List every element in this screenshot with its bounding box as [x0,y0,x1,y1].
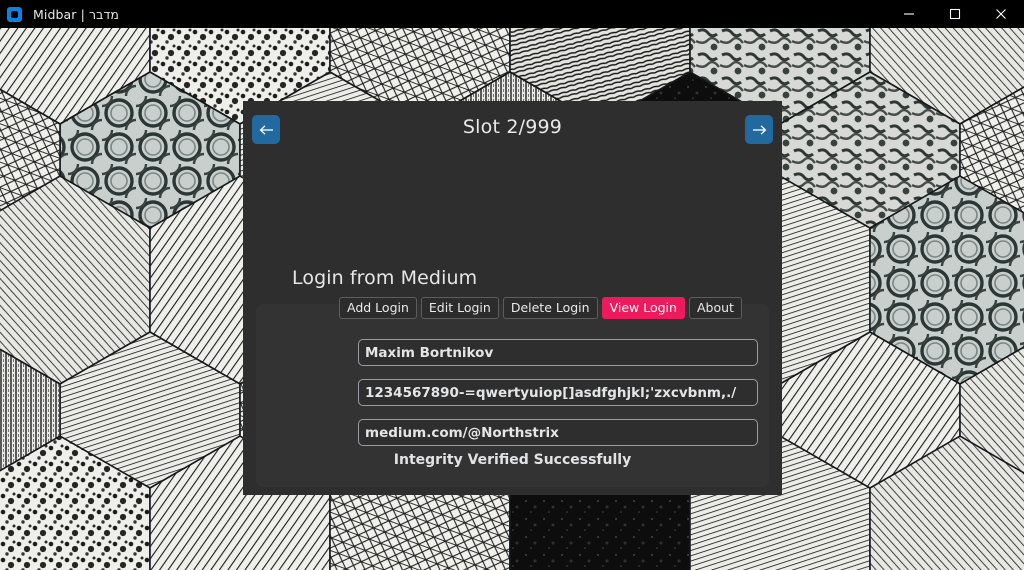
close-icon[interactable] [978,0,1024,28]
action-toolbar: Add Login Edit Login Delete Login View L… [339,297,742,319]
edit-login-button[interactable]: Edit Login [420,297,499,319]
app-window: Midbar | מדבר Slot 2/999 Login from Medi… [0,0,1024,570]
password-input[interactable] [358,379,758,406]
username-row: Username [243,339,782,374]
integrity-status-text: Integrity Verified Successfully [393,452,632,468]
about-button[interactable]: About [688,297,742,319]
slot-title: Slot 2/999 [462,116,563,138]
add-login-button[interactable]: Add Login [339,297,417,319]
next-slot-button[interactable] [745,115,773,144]
username-input[interactable] [358,339,758,366]
window-title: Midbar | מדבר [33,6,119,22]
credential-form: Username Password Website [243,339,782,459]
entry-title: Login from Medium [292,267,478,289]
maximize-icon[interactable] [932,0,978,28]
website-input[interactable] [358,419,758,446]
password-row: Password [243,379,782,414]
minimize-icon[interactable] [886,0,932,28]
website-row: Website [243,419,782,454]
midbar-logo-icon [0,0,28,28]
view-login-button[interactable]: View Login [601,297,685,319]
window-titlebar: Midbar | מדבר [0,0,1024,28]
vault-dialog: Slot 2/999 Login from Medium Add Login E… [243,101,782,495]
delete-login-button[interactable]: Delete Login [502,297,598,319]
dialog-header: Slot 2/999 [243,101,782,157]
